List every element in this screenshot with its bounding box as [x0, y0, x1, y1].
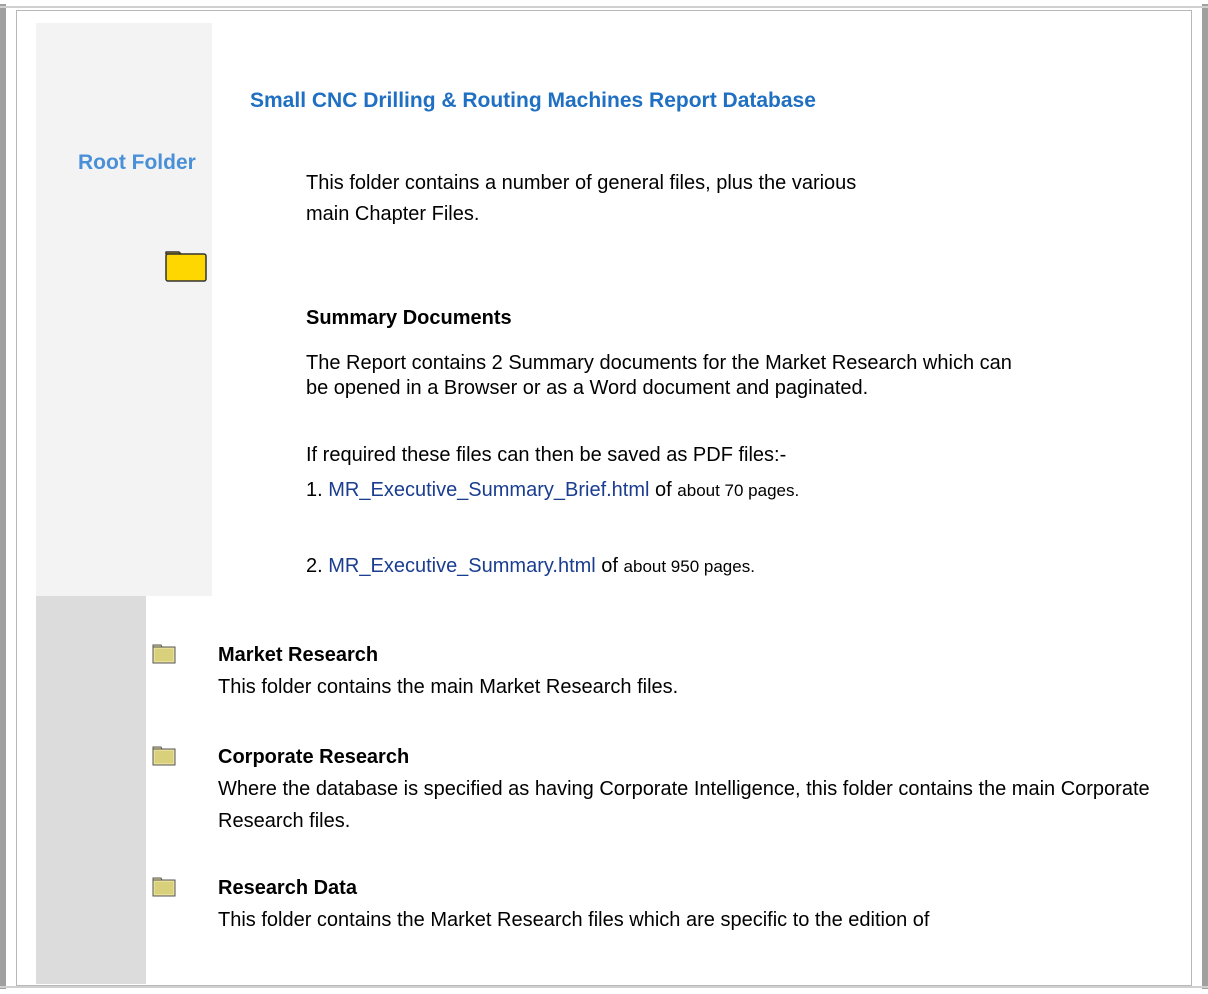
- executive-summary-brief-link[interactable]: MR_Executive_Summary_Brief.html: [328, 479, 649, 501]
- item-number: 1.: [306, 479, 323, 501]
- summary-doc-item: 1. MR_Executive_Summary_Brief.html of ab…: [306, 479, 799, 502]
- page-count: about 70 pages.: [677, 481, 800, 500]
- folder-title: Corporate Research: [218, 746, 410, 768]
- summary-description: The Report contains 2 Summary documents …: [306, 352, 1012, 399]
- item-number: 2.: [306, 555, 323, 577]
- folder-description: Where the database is specified as havin…: [218, 778, 1150, 832]
- folder-title: Market Research: [218, 644, 379, 666]
- of-text: of: [655, 479, 672, 501]
- folder-description: This folder contains the main Market Res…: [218, 676, 679, 698]
- sidebar-panel: [36, 23, 212, 596]
- folder-icon[interactable]: [152, 746, 176, 766]
- page-count: about 950 pages.: [623, 557, 755, 576]
- top-divider: [0, 6, 1208, 8]
- sidebar-lower-panel: [36, 596, 146, 984]
- root-folder-label: Root Folder: [78, 151, 196, 174]
- intro-text: This folder contains a number of general…: [306, 172, 857, 225]
- folder-icon: [165, 250, 207, 282]
- page-title: Small CNC Drilling & Routing Machines Re…: [250, 89, 816, 112]
- folder-icon[interactable]: [152, 877, 176, 897]
- executive-summary-link[interactable]: MR_Executive_Summary.html: [328, 555, 595, 577]
- folder-icon[interactable]: [152, 644, 176, 664]
- folder-description: This folder contains the Market Research…: [218, 909, 930, 931]
- summary-heading: Summary Documents: [306, 307, 512, 329]
- folder-title: Research Data: [218, 877, 357, 899]
- pdf-note: If required these files can then be save…: [306, 444, 787, 466]
- bottom-divider: [0, 986, 1208, 988]
- of-text: of: [601, 555, 618, 577]
- summary-doc-item: 2. MR_Executive_Summary.html of about 95…: [306, 555, 755, 578]
